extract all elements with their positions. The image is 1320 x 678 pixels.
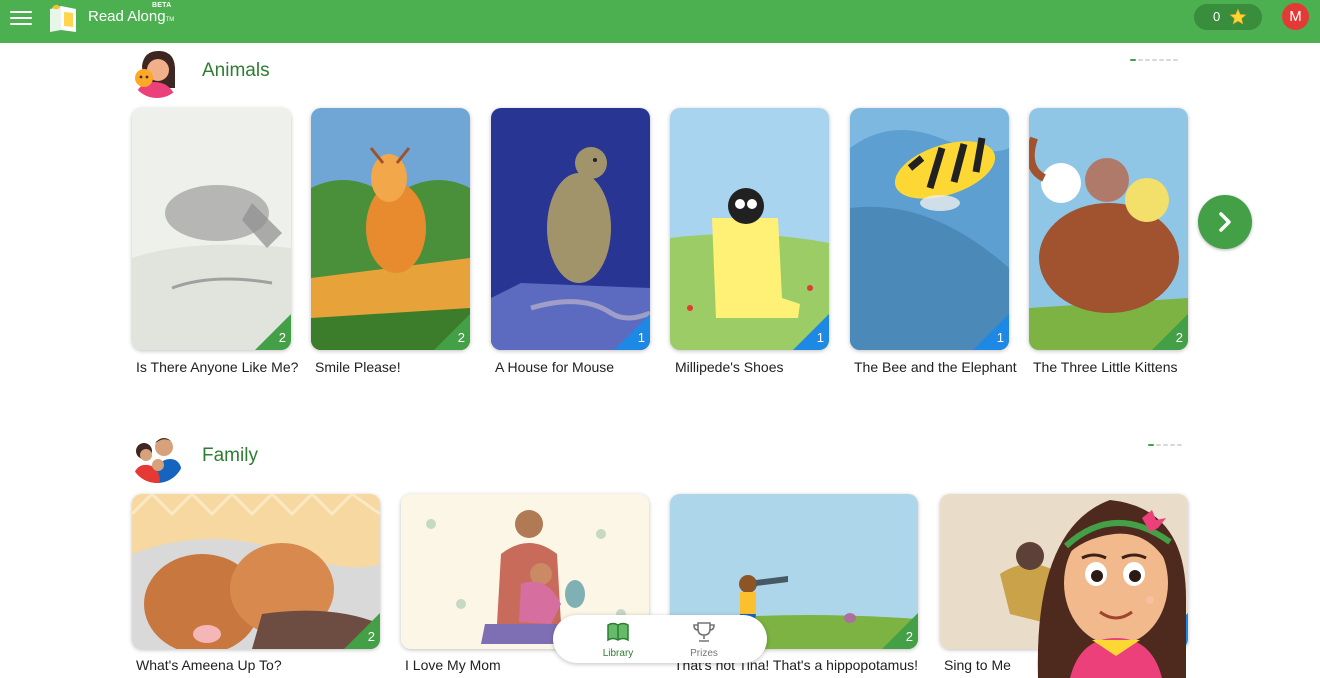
book-title[interactable]: Sing to Me [944, 657, 1011, 673]
book-title[interactable]: Millipede's Shoes [675, 359, 784, 375]
bottom-navigation: Library Prizes [553, 615, 767, 663]
book-title[interactable]: The Three Little Kittens [1033, 359, 1177, 375]
trophy-icon [693, 622, 715, 642]
level-number: 2 [457, 330, 465, 345]
nav-library-label: Library [602, 648, 634, 659]
book-title[interactable]: I Love My Mom [405, 657, 501, 673]
level-number: 2 [905, 629, 913, 644]
app-name[interactable]: Read AlongTM [88, 8, 174, 25]
user-avatar[interactable]: M [1282, 3, 1309, 30]
points-value: 0 [1213, 9, 1221, 24]
book-title[interactable]: A House for Mouse [495, 359, 614, 375]
beta-badge: BETA [152, 2, 172, 9]
level-number: 1 [637, 330, 645, 345]
family-section-avatar [130, 429, 184, 483]
book-card[interactable]: 1 [670, 108, 829, 350]
mascot-character[interactable] [1030, 488, 1192, 678]
chevron-right-icon [1219, 212, 1231, 232]
nav-prizes[interactable]: Prizes [669, 619, 739, 659]
book-card[interactable]: 1 [850, 108, 1009, 350]
nav-library[interactable]: Library [583, 619, 653, 659]
level-number: 2 [278, 330, 286, 345]
book-title[interactable]: What's Ameena Up To? [136, 657, 282, 673]
section-title[interactable]: Animals [202, 60, 270, 82]
top-app-bar: Read AlongTM BETA 0 M [0, 0, 1320, 43]
library-book-icon [607, 622, 629, 642]
points-counter[interactable]: 0 [1194, 4, 1262, 30]
book-title[interactable]: The Bee and the Elephant [854, 359, 1017, 375]
book-card[interactable]: 2 [1029, 108, 1188, 350]
carousel-next-button[interactable] [1198, 195, 1252, 249]
animals-section-avatar [130, 44, 184, 98]
book-card[interactable]: 2 [132, 494, 380, 649]
read-along-logo-icon[interactable] [46, 3, 80, 33]
book-card[interactable]: 2 [132, 108, 291, 350]
level-number: 1 [816, 330, 824, 345]
book-card[interactable]: 2 [311, 108, 470, 350]
book-card[interactable]: 1 [491, 108, 650, 350]
menu-icon[interactable] [10, 8, 32, 26]
carousel-page-indicator [1148, 444, 1182, 447]
book-title[interactable]: Is There Anyone Like Me? [136, 359, 298, 375]
level-number: 2 [1175, 330, 1183, 345]
level-number: 2 [367, 629, 375, 644]
carousel-page-indicator [1130, 59, 1178, 62]
nav-prizes-label: Prizes [690, 648, 718, 659]
book-title[interactable]: Smile Please! [315, 359, 401, 375]
star-icon [1229, 8, 1247, 25]
section-title[interactable]: Family [202, 445, 258, 467]
level-number: 1 [996, 330, 1004, 345]
